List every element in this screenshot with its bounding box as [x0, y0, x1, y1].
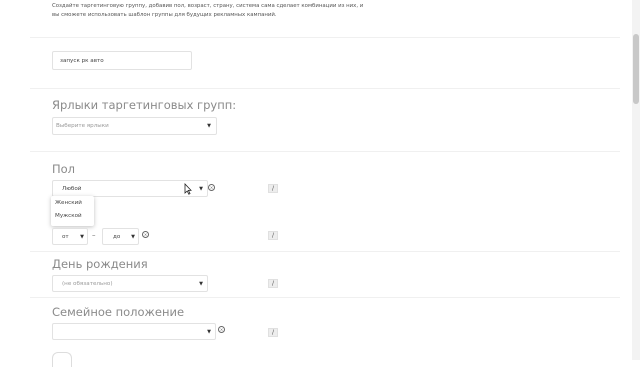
mouse-pointer-icon [184, 183, 192, 195]
marital-status-select[interactable]: ▼ [52, 323, 216, 340]
pencil-edit-icon[interactable]: / [268, 279, 278, 288]
birthday-select[interactable]: (не обязательно) ▼ [52, 275, 208, 292]
scrollbar-thumb[interactable] [633, 34, 639, 104]
labels-section-title: Ярлыки таргетинговых групп: [52, 98, 237, 112]
age-range-separator: – [92, 231, 96, 239]
divider [30, 297, 620, 298]
intro-text: Создайте таргетинговую группу, добавив п… [52, 3, 364, 18]
gender-section-title: Пол [52, 162, 76, 176]
page-scrollbar[interactable] [632, 0, 640, 360]
labels-select-placeholder: Выберите ярлыки [56, 123, 109, 129]
age-to-select[interactable]: до ▼ [102, 228, 139, 245]
caret-down-icon: ▼ [199, 185, 203, 192]
pencil-edit-icon[interactable]: / [268, 231, 278, 240]
divider [30, 151, 620, 152]
clear-circle-icon[interactable]: × [208, 184, 215, 191]
campaign-name-input[interactable]: запуск рк авто [52, 51, 192, 70]
campaign-name-value: запуск рк авто [60, 57, 104, 64]
caret-down-icon: ▼ [207, 123, 211, 129]
birthday-placeholder: (не обязательно) [62, 280, 113, 287]
labels-select[interactable]: Выберите ярлыки ▼ [52, 117, 217, 135]
divider [30, 88, 620, 89]
age-from-label: от [62, 233, 69, 240]
divider [30, 251, 620, 252]
clear-circle-icon[interactable]: × [218, 326, 225, 333]
gender-select-value: Любой [62, 185, 82, 192]
marital-section-title: Семейное положение [52, 305, 185, 319]
caret-down-icon: ▼ [199, 280, 203, 287]
pencil-edit-icon[interactable]: / [268, 328, 278, 337]
caret-down-icon: ▼ [207, 328, 211, 335]
caret-down-icon: ▼ [80, 233, 84, 240]
pencil-edit-icon[interactable]: / [268, 184, 278, 193]
birthday-section-title: День рождения [52, 257, 148, 271]
gender-option-female[interactable]: Женский [55, 200, 82, 206]
gender-dropdown-menu: Женский Мужской [51, 196, 94, 226]
age-to-label: до [113, 233, 121, 240]
age-from-select[interactable]: от ▼ [52, 228, 88, 245]
gender-option-male[interactable]: Мужской [55, 213, 82, 219]
caret-down-icon: ▼ [131, 233, 135, 240]
divider [30, 37, 620, 38]
clear-circle-icon[interactable]: × [142, 231, 149, 238]
